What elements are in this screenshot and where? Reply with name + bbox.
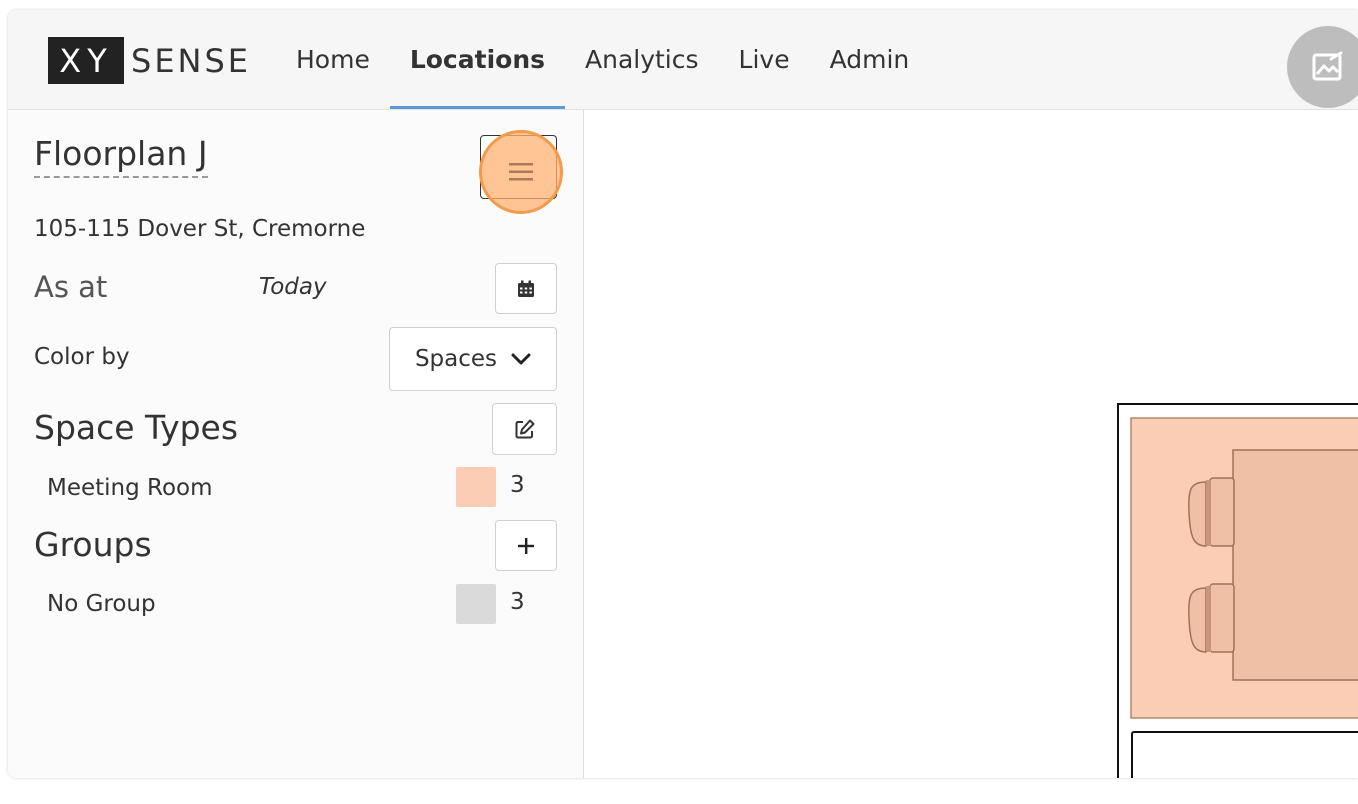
color-by-select[interactable]: Spaces bbox=[389, 327, 557, 391]
logo-text: SENSE bbox=[131, 41, 251, 80]
adjacent-room[interactable] bbox=[1131, 731, 1358, 778]
nav-admin[interactable]: Admin bbox=[810, 10, 930, 109]
logo[interactable]: XY SENSE bbox=[48, 37, 251, 84]
as-at-label: As at bbox=[34, 270, 108, 304]
edit-icon bbox=[515, 419, 534, 439]
group-no-group: No Group bbox=[47, 591, 156, 617]
logo-mark: XY bbox=[48, 37, 124, 84]
top-navbar: XY SENSE Home Locations Analytics Live A… bbox=[8, 10, 1358, 110]
main-nav: Home Locations Analytics Live Admin bbox=[276, 10, 929, 109]
edit-space-types-button[interactable] bbox=[492, 403, 557, 455]
chair-icon bbox=[1188, 477, 1235, 547]
sidebar-panel: Floorplan J 105-115 Dover St, Cremorne A… bbox=[8, 110, 584, 778]
nav-locations[interactable]: Locations bbox=[389, 10, 565, 109]
location-address: 105-115 Dover St, Cremorne bbox=[34, 216, 366, 242]
color-by-value: Spaces bbox=[414, 346, 498, 372]
as-at-value: Today bbox=[259, 274, 327, 300]
nav-live[interactable]: Live bbox=[719, 10, 810, 109]
no-group-count: 3 bbox=[510, 589, 525, 615]
space-types-heading: Space Types bbox=[34, 408, 239, 447]
add-group-button[interactable] bbox=[495, 520, 557, 571]
groups-heading: Groups bbox=[34, 525, 152, 564]
floorplan-canvas[interactable] bbox=[584, 110, 1358, 778]
chevron-down-icon bbox=[511, 353, 531, 365]
meeting-room-count: 3 bbox=[510, 472, 525, 498]
plus-icon bbox=[518, 537, 534, 554]
calendar-icon bbox=[518, 280, 534, 297]
image-edit-icon bbox=[1312, 51, 1343, 81]
meeting-table bbox=[1232, 449, 1358, 681]
space-type-meeting-room: Meeting Room bbox=[47, 475, 213, 501]
date-picker-button[interactable] bbox=[495, 263, 557, 314]
avatar[interactable] bbox=[1287, 26, 1358, 108]
app-window: XY SENSE Home Locations Analytics Live A… bbox=[8, 10, 1358, 778]
no-group-color-swatch[interactable] bbox=[456, 584, 496, 624]
chair-icon bbox=[1188, 583, 1235, 653]
menu-click-highlight[interactable] bbox=[479, 130, 563, 214]
nav-analytics[interactable]: Analytics bbox=[565, 10, 719, 109]
floorplan-title[interactable]: Floorplan J bbox=[34, 134, 208, 178]
nav-home[interactable]: Home bbox=[276, 10, 390, 109]
hamburger-icon bbox=[509, 163, 533, 181]
color-by-label: Color by bbox=[34, 344, 130, 370]
meeting-room-color-swatch[interactable] bbox=[456, 467, 496, 507]
floorplan-drawing bbox=[1117, 403, 1358, 778]
